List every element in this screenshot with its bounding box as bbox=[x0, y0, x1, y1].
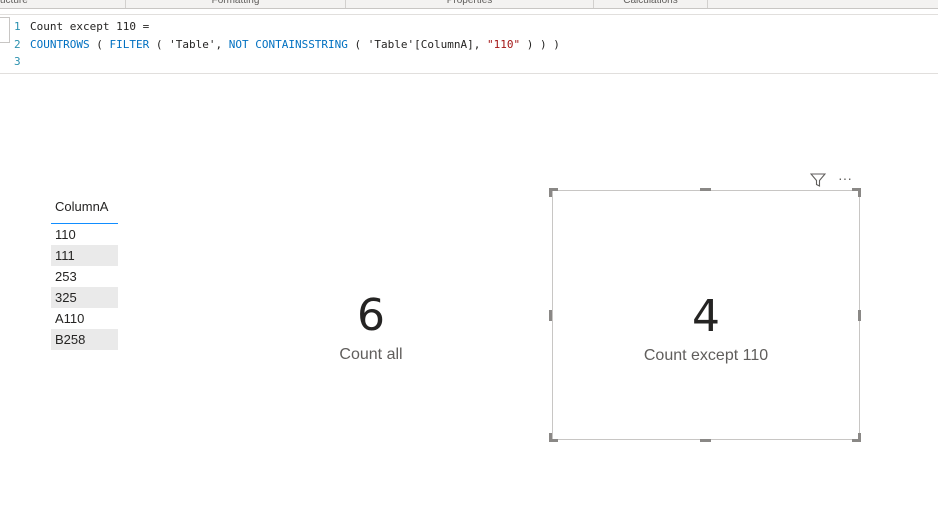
card-value: 6 bbox=[357, 290, 385, 341]
card-label: Count except 110 bbox=[643, 347, 769, 364]
tab-properties[interactable]: Properties bbox=[346, 0, 594, 8]
visual-header: ··· bbox=[809, 169, 860, 192]
code-line-1[interactable]: 1 Count except 110 = bbox=[14, 18, 149, 35]
table-row[interactable]: 253 bbox=[51, 266, 118, 287]
code-string: "110" bbox=[487, 38, 521, 51]
code-function: COUNTROWS bbox=[30, 38, 90, 51]
code-text: ( 'Table', bbox=[149, 38, 229, 51]
card-count-except-110[interactable]: 4 Count except 110 bbox=[552, 190, 860, 440]
more-options-icon[interactable]: ··· bbox=[838, 169, 852, 187]
table-row[interactable]: 111 bbox=[51, 245, 118, 266]
table-visual[interactable]: ColumnA 110 111 253 325 A110 B258 bbox=[51, 196, 118, 350]
formula-bar[interactable]: 1 Count except 110 = 2 COUNTROWS ( FILTER … bbox=[0, 14, 938, 74]
table-row[interactable]: 110 bbox=[51, 224, 118, 245]
code-function: NOT CONTAINSSTRING bbox=[228, 38, 348, 51]
resize-handle-right[interactable] bbox=[858, 310, 861, 321]
tab-formatting[interactable]: Formatting bbox=[126, 0, 346, 8]
resize-handle-bottom-left[interactable] bbox=[549, 433, 558, 442]
filter-icon[interactable] bbox=[809, 171, 827, 192]
line-number: 1 bbox=[14, 20, 21, 33]
code-text: ( bbox=[89, 38, 110, 51]
column-header[interactable]: ColumnA bbox=[51, 196, 118, 224]
code-text: ( 'Table'[ColumnA], bbox=[347, 38, 488, 51]
line-number: 3 bbox=[14, 55, 21, 68]
resize-handle-top[interactable] bbox=[700, 188, 711, 191]
resize-handle-bottom-right[interactable] bbox=[852, 433, 861, 442]
line-number: 2 bbox=[14, 38, 21, 51]
card-label: Count all bbox=[339, 346, 403, 363]
ribbon-tab-strip: ucture Formatting Properties Calculation… bbox=[0, 0, 938, 9]
code-text: ) ) ) bbox=[520, 38, 560, 51]
card-value: 4 bbox=[692, 291, 720, 342]
code-function: FILTER bbox=[109, 38, 150, 51]
card-count-all[interactable]: 6 Count all bbox=[306, 292, 436, 364]
table-row[interactable]: 325 bbox=[51, 287, 118, 308]
tab-structure[interactable]: ucture bbox=[0, 0, 126, 8]
resize-handle-top-right[interactable] bbox=[852, 188, 861, 197]
code-line-2[interactable]: 2 COUNTROWS ( FILTER ( 'Table', NOT CONTA… bbox=[14, 36, 560, 53]
tab-calculations[interactable]: Calculations bbox=[594, 0, 708, 8]
formula-bar-edge bbox=[0, 17, 10, 43]
code-line-3[interactable]: 3 bbox=[14, 53, 30, 70]
resize-handle-left[interactable] bbox=[549, 310, 552, 321]
table-row[interactable]: A110 bbox=[51, 308, 118, 329]
table-row[interactable]: B258 bbox=[51, 329, 118, 350]
resize-handle-bottom[interactable] bbox=[700, 439, 711, 442]
resize-handle-top-left[interactable] bbox=[549, 188, 558, 197]
code-text: Count except 110 = bbox=[30, 20, 150, 33]
